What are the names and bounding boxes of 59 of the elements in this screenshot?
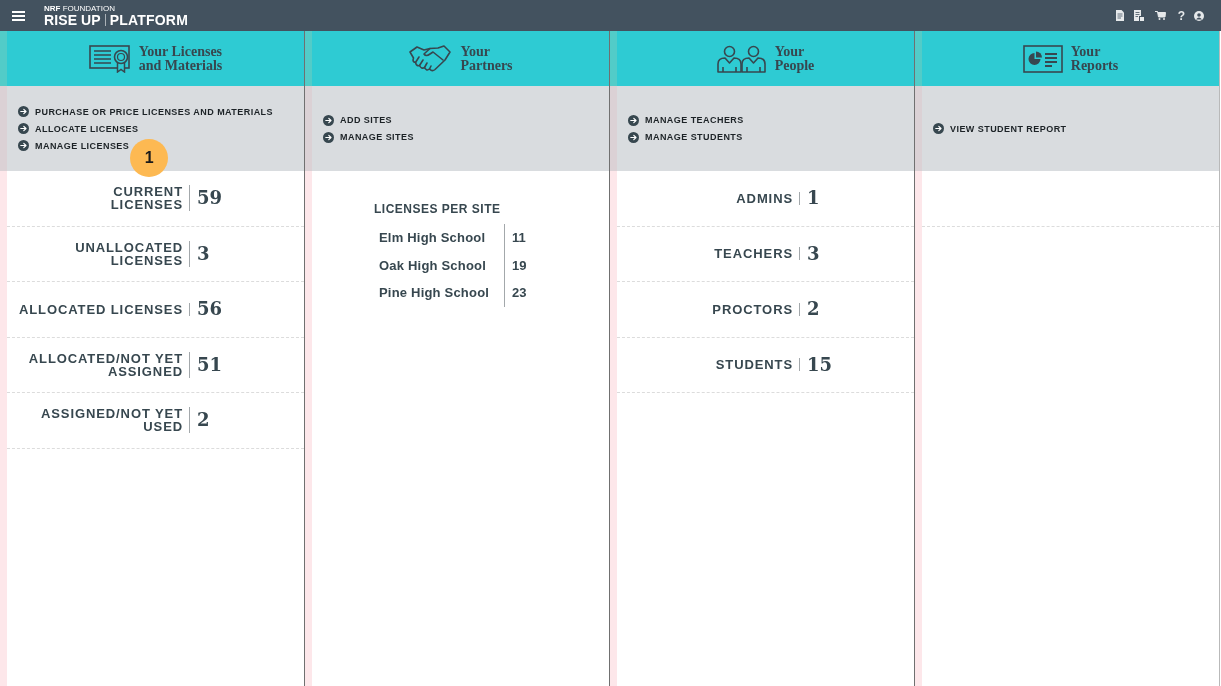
stat-label: ALLOCATED/NOT YET ASSIGNED bbox=[28, 351, 190, 378]
certificate-icon bbox=[88, 44, 131, 73]
panel-link[interactable]: VIEW STUDENT REPORT bbox=[933, 123, 1067, 134]
arrow-circle-icon bbox=[933, 123, 944, 134]
stat-value: 51 bbox=[197, 353, 223, 376]
table-heading: LICENSES PER SITE bbox=[374, 202, 501, 216]
license-count: 11 bbox=[504, 224, 531, 252]
column-title: Your Partners bbox=[460, 45, 513, 72]
arrow-circle-icon bbox=[18, 140, 29, 151]
panel-link[interactable]: MANAGE STUDENTS bbox=[628, 131, 743, 143]
document-icon[interactable] bbox=[1115, 10, 1124, 21]
arrow-circle-icon bbox=[323, 131, 334, 143]
stat-label: ASSIGNED/NOT YET USED bbox=[41, 407, 190, 434]
handshake-icon bbox=[408, 44, 453, 73]
license-count: 19 bbox=[504, 251, 531, 279]
site-name: Pine High School bbox=[378, 284, 491, 302]
site-name: Oak High School bbox=[378, 256, 487, 275]
panel-link[interactable]: MANAGE TEACHERS bbox=[628, 114, 744, 126]
stat-label: UNALLOCATED LICENSES bbox=[75, 240, 190, 267]
stat-value: 15 bbox=[807, 353, 833, 376]
column-title: Your People bbox=[774, 45, 815, 72]
license-count: 23 bbox=[504, 279, 531, 307]
menu-icon[interactable] bbox=[12, 10, 25, 21]
stat-value: 3 bbox=[197, 242, 210, 265]
stat-label: CURRENT LICENSES bbox=[110, 185, 190, 212]
panel-link[interactable]: ALLOCATE LICENSES bbox=[18, 123, 139, 134]
stat-value: 1 bbox=[807, 187, 820, 210]
arrow-circle-icon bbox=[18, 123, 29, 134]
panel-link[interactable]: ADD SITES bbox=[323, 114, 393, 126]
stat-value: 3 bbox=[807, 242, 820, 265]
arrow-circle-icon bbox=[18, 106, 29, 117]
product-name: PLATFORM bbox=[104, 13, 189, 26]
step-badge: 1 bbox=[130, 139, 169, 177]
stat-label: ALLOCATED LICENSES bbox=[18, 302, 190, 316]
help-button[interactable]: ? bbox=[1177, 9, 1185, 22]
panel-link[interactable]: PURCHASE OR PRICE LICENSES AND MATERIALS bbox=[18, 106, 274, 117]
stat-value: 2 bbox=[807, 298, 820, 321]
stat-value: 59 bbox=[197, 187, 223, 210]
stat-label: PROCTORS bbox=[712, 302, 800, 316]
stat-label: ADMINS bbox=[736, 191, 800, 205]
report-icon bbox=[1022, 44, 1063, 73]
site-name: Elm High School bbox=[378, 229, 487, 247]
panel-link[interactable]: MANAGE LICENSES bbox=[18, 140, 130, 151]
arrow-circle-icon bbox=[323, 114, 334, 126]
column-title: Your Licenses and Materials bbox=[138, 45, 223, 72]
stat-value: 56 bbox=[197, 298, 223, 321]
cart-icon[interactable] bbox=[1154, 11, 1166, 20]
stat-label: STUDENTS bbox=[715, 358, 800, 372]
brand-overline: NRF FOUNDATION bbox=[44, 4, 115, 13]
stat-label: TEACHERS bbox=[714, 247, 800, 261]
stat-value: 2 bbox=[197, 409, 210, 432]
arrow-circle-icon bbox=[628, 114, 639, 126]
panel-link[interactable]: MANAGE SITES bbox=[323, 131, 414, 143]
document-list-icon[interactable] bbox=[1133, 10, 1144, 21]
user-icon[interactable] bbox=[1194, 10, 1204, 21]
arrow-circle-icon bbox=[628, 131, 639, 143]
people-icon bbox=[716, 44, 767, 73]
brand-name: RISE UP bbox=[44, 12, 101, 27]
column-title: Your Reports bbox=[1070, 45, 1119, 72]
